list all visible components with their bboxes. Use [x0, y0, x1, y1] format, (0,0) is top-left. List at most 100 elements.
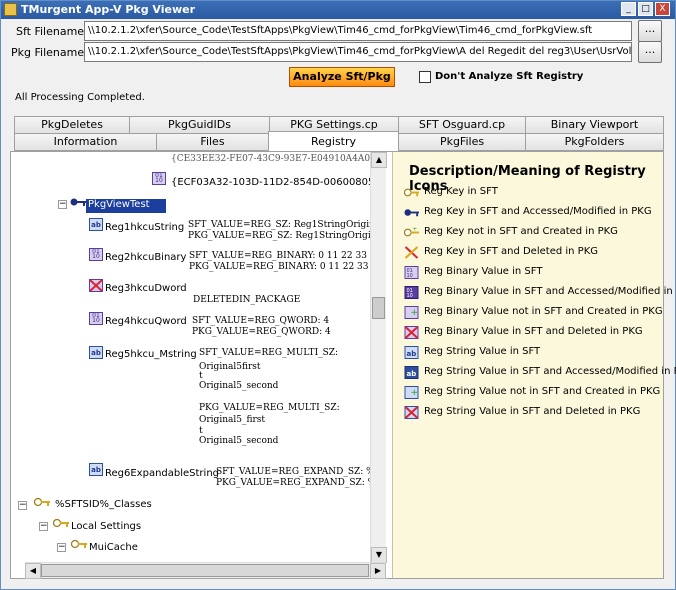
- tab-pkgfiles[interactable]: PkgFiles: [398, 133, 526, 151]
- collapse-toggle[interactable]: −: [18, 501, 27, 510]
- pkg-filename-input[interactable]: \\10.2.1.2\xfer\Source_Code\TestSftApps\…: [84, 42, 632, 62]
- pkg-value-text: PKG_VALUE=REG_EXPAND_SZ: %C: [216, 478, 384, 488]
- legend-text: Reg String Value not in SFT and Created …: [424, 386, 661, 397]
- pkg-value-text: PKG_VALUE=REG_QWORD: 4: [192, 327, 331, 337]
- binary-deleted-icon: [404, 326, 419, 339]
- registry-tree[interactable]: {CE33EE32-FE07-43C9-93E7-E04910A4A04} { …: [11, 152, 386, 575]
- tab-information[interactable]: Information: [14, 133, 157, 151]
- title-bar[interactable]: TMurgent App-V Pkg Viewer _ □ X: [1, 1, 675, 19]
- binary-value-icon: 0110: [404, 266, 419, 279]
- app-window: TMurgent App-V Pkg Viewer _ □ X Sft File…: [0, 0, 676, 590]
- legend-text: Reg Key in SFT and Accessed/Modified in …: [424, 206, 652, 217]
- legend-text: Reg Key not in SFT and Created in PKG: [424, 226, 618, 237]
- binary-value-icon: 0110: [89, 248, 103, 261]
- string-value-icon: ab: [89, 346, 103, 359]
- pkg-value-text: PKG_VALUE=REG_SZ: Reg1StringOriginal: [188, 231, 385, 241]
- legend-text: Reg Binary Value in SFT and Accessed/Mod…: [424, 286, 676, 297]
- svg-text:10: 10: [407, 273, 413, 279]
- sft-value-text: DELETEDIN_PACKAGE: [193, 295, 301, 305]
- tab-pkgdeletes[interactable]: PkgDeletes: [14, 116, 130, 134]
- tree-item-guid[interactable]: {ECF03A32-103D-11D2-854D-006008059367} {: [171, 177, 386, 188]
- legend-text: Reg Binary Value in SFT and Deleted in P…: [424, 326, 643, 337]
- sft-filename-label: Sft Filename:: [16, 25, 88, 38]
- key-created-icon: +: [404, 227, 419, 237]
- binary-deleted-icon: [89, 279, 103, 292]
- dont-analyze-checkbox[interactable]: [419, 71, 431, 83]
- key-icon: [71, 539, 87, 549]
- pkg-value-text: PKG_VALUE=REG_BINARY: 0 11 22 33 44: [189, 262, 383, 272]
- scroll-left-icon[interactable]: ◀: [25, 563, 41, 579]
- collapse-toggle[interactable]: −: [39, 522, 48, 531]
- tree-item-value[interactable]: Reg2hkcuBinary: [105, 252, 186, 263]
- tab-sft-osguard[interactable]: SFT Osguard.cp: [398, 116, 526, 134]
- sft-value-text: SFT_VALUE=REG_EXPAND_SZ: %C: [216, 467, 382, 477]
- pkg-filename-label: Pkg Filename:: [11, 46, 88, 59]
- binary-created-icon: +: [404, 306, 419, 319]
- legend-text: Reg String Value in SFT and Accessed/Mod…: [424, 366, 676, 377]
- string-created-icon: +: [404, 386, 419, 399]
- binary-modified-icon: 0110: [404, 286, 419, 299]
- sft-value-text: SFT_VALUE=REG_SZ: Reg1StringOriginal: [188, 220, 384, 230]
- sft-value-text: SFT_VALUE=REG_QWORD: 4: [192, 316, 330, 326]
- collapse-toggle[interactable]: −: [58, 200, 67, 209]
- key-modified-icon: [404, 209, 419, 217]
- multi-string-line: t: [199, 371, 203, 381]
- tree-item-value[interactable]: Reg1hkcuString: [105, 222, 184, 233]
- tab-registry[interactable]: Registry: [268, 131, 399, 152]
- tab-binary-viewport[interactable]: Binary Viewport: [525, 116, 664, 134]
- legend-text: Reg Binary Value in SFT: [424, 266, 543, 277]
- key-deleted-icon: [404, 246, 419, 259]
- maximize-button[interactable]: □: [638, 2, 653, 16]
- string-value-icon: ab: [404, 346, 419, 359]
- tree-item-key[interactable]: Local Settings: [71, 521, 141, 532]
- tree-item-selected[interactable]: PkgViewTest: [86, 199, 166, 213]
- scroll-thumb[interactable]: [372, 297, 385, 319]
- legend-text: Reg Key in SFT and Deleted in PKG: [424, 246, 598, 257]
- string-value-icon: ab: [89, 218, 103, 231]
- collapse-toggle[interactable]: −: [57, 543, 66, 552]
- window-title: TMurgent App-V Pkg Viewer: [21, 3, 196, 16]
- svg-text:10: 10: [407, 293, 413, 299]
- minimize-button[interactable]: _: [621, 2, 636, 16]
- string-value-icon: ab: [89, 463, 103, 476]
- tree-item-value[interactable]: Reg4hkcuQword: [105, 316, 187, 327]
- svg-text:ab: ab: [407, 370, 417, 378]
- string-modified-icon: ab: [404, 366, 419, 379]
- tree-horizontal-scrollbar[interactable]: ◀ ▶: [25, 562, 386, 579]
- key-icon: [34, 497, 50, 507]
- tree-item-value[interactable]: Reg6ExpandableString: [105, 468, 219, 479]
- icon-legend: Description/Meaning of Registry Icons Re…: [392, 152, 676, 578]
- tab-pkgguidids[interactable]: PkgGuidIDs: [129, 116, 270, 134]
- tree-item-key[interactable]: MuiCache: [89, 542, 138, 553]
- legend-text: Reg String Value in SFT: [424, 346, 541, 357]
- legend-text: Reg Binary Value not in SFT and Created …: [424, 306, 663, 317]
- sft-value-text: SFT_VALUE=REG_BINARY: 0 11 22 33 44: [189, 251, 382, 261]
- scroll-thumb[interactable]: [41, 564, 369, 577]
- svg-text:ab: ab: [407, 350, 417, 358]
- sft-value-text: SFT_VALUE=REG_MULTI_SZ:: [199, 348, 339, 358]
- svg-text:+: +: [411, 308, 419, 318]
- multi-string-line: Original5_second: [199, 436, 279, 446]
- multi-string-line: t: [199, 426, 203, 436]
- close-button[interactable]: X: [655, 2, 670, 16]
- scroll-down-icon[interactable]: ▼: [371, 547, 387, 563]
- sft-browse-button[interactable]: ...: [638, 20, 662, 42]
- tab-files[interactable]: Files: [156, 133, 269, 151]
- tree-item-key[interactable]: %SFTSID%_Classes: [55, 499, 152, 510]
- pkg-value-text: PKG_VALUE=REG_MULTI_SZ:: [199, 403, 340, 413]
- multi-string-line: Original5_second: [199, 381, 279, 391]
- tree-vertical-scrollbar[interactable]: ▲ ▼: [370, 152, 387, 563]
- scroll-up-icon[interactable]: ▲: [371, 152, 387, 168]
- analyze-button[interactable]: Analyze Sft/Pkg: [289, 67, 395, 87]
- svg-text:+: +: [412, 227, 417, 233]
- key-icon: [53, 518, 69, 528]
- scroll-right-icon[interactable]: ▶: [370, 563, 386, 579]
- tree-item-value[interactable]: Reg3hkcuDword: [105, 283, 187, 294]
- pkg-browse-button[interactable]: ...: [638, 41, 662, 63]
- sft-filename-input[interactable]: \\10.2.1.2\xfer\Source_Code\TestSftApps\…: [84, 21, 632, 41]
- binary-value-icon: 0110: [89, 312, 103, 325]
- legend-text: Reg String Value in SFT and Deleted in P…: [424, 406, 641, 417]
- tree-item-partial[interactable]: {CE33EE32-FE07-43C9-93E7-E04910A4A04} {: [171, 154, 386, 164]
- tab-pkgfolders[interactable]: PkgFolders: [525, 133, 664, 151]
- tree-item-value[interactable]: Reg5hkcu_Mstring: [105, 349, 197, 360]
